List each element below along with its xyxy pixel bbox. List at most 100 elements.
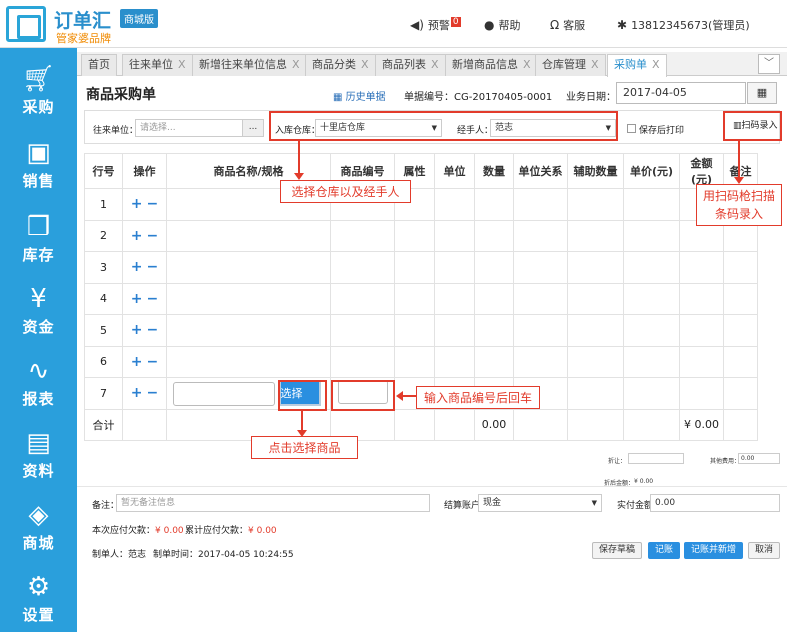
cell[interactable] [623,345,680,378]
minus-icon[interactable]: − [147,322,159,338]
other-fee-input[interactable]: 0.00 [738,453,780,464]
post-and-new-button[interactable]: 记账并新增 [684,542,744,559]
cell[interactable] [567,251,624,284]
plus-icon[interactable]: + [131,259,143,275]
sidebar-item-mall[interactable]: ◈ 商城 [0,492,77,562]
sidebar-item-reports[interactable]: ∿ 报表 [0,348,77,418]
tab-new-product[interactable]: 新增商品信息 X [445,54,538,76]
cell[interactable] [166,219,331,252]
cell[interactable] [474,219,514,252]
cell[interactable] [623,314,680,347]
history-link[interactable]: ▦ 历史单据 [333,88,386,103]
cell[interactable] [723,282,758,315]
plus-icon[interactable]: + [131,228,143,244]
user-menu[interactable]: ✱ 13812345673(管理员) [617,17,750,33]
minus-icon[interactable]: − [147,196,159,212]
cell [434,282,475,315]
col-header: 行号 [84,153,123,189]
plus-icon[interactable]: + [131,196,143,212]
cell[interactable] [567,345,624,378]
close-icon[interactable]: X [431,58,439,71]
post-button[interactable]: 记账 [648,542,681,559]
cell[interactable] [623,219,680,252]
cell[interactable] [567,314,624,347]
tab-warehouse[interactable]: 仓库管理 X [535,54,606,76]
cell[interactable] [330,251,395,284]
account-select[interactable]: 现金 ▼ [478,494,602,512]
other-fee-label: 其他费用： [710,458,741,465]
minus-icon[interactable]: − [147,385,159,401]
bizdate-input[interactable]: 2017-04-05 [616,82,746,104]
cell[interactable] [166,251,331,284]
cell[interactable] [166,282,331,315]
tab-home[interactable]: 首页 [81,54,117,76]
cell[interactable] [330,219,395,252]
close-icon[interactable]: X [178,58,186,71]
cell[interactable] [474,188,514,221]
alarm-link[interactable]: ◀) 预警 0 [410,17,461,33]
product-name-input[interactable] [173,382,275,407]
partner-picker-button[interactable]: ... [242,119,264,137]
sidebar-item-data[interactable]: ▤ 资料 [0,420,77,490]
minus-icon[interactable]: − [147,259,159,275]
tab-categories[interactable]: 商品分类 X [305,54,376,76]
help-link[interactable]: ● 帮助 [484,17,520,33]
brand-title: 订单汇 [54,10,112,32]
cell[interactable] [330,345,395,378]
plus-icon[interactable]: + [131,385,143,401]
cell[interactable] [623,251,680,284]
plus-icon[interactable]: + [131,354,143,370]
service-link[interactable]: Ω 客服 [550,17,585,33]
tab-product-list[interactable]: 商品列表 X [375,54,446,76]
chevron-down-icon[interactable]: ﹀ [758,54,780,74]
cell[interactable] [166,345,331,378]
cell[interactable] [567,377,624,410]
cell[interactable] [330,282,395,315]
cell[interactable] [723,377,758,410]
cell[interactable] [474,314,514,347]
cell[interactable] [723,251,758,284]
calendar-icon[interactable]: ▦ [747,82,777,104]
close-icon[interactable]: X [292,58,300,71]
cell[interactable] [723,345,758,378]
minus-icon[interactable]: − [147,291,159,307]
cell[interactable] [623,282,680,315]
minus-icon[interactable]: − [147,228,159,244]
sidebar-item-funds[interactable]: ¥ 资金 [0,276,77,346]
cell[interactable] [474,345,514,378]
plus-icon[interactable]: + [131,291,143,307]
minus-icon[interactable]: − [147,354,159,370]
tab-new-partner[interactable]: 新增往来单位信息 X [192,54,307,76]
cell[interactable] [474,282,514,315]
cell[interactable] [474,251,514,284]
close-icon[interactable]: X [361,58,369,71]
remark-input[interactable]: 暂无备注信息 [116,494,430,512]
sidebar-item-sales[interactable]: ▣ 销售 [0,130,77,200]
close-icon[interactable]: X [591,58,599,71]
save-draft-button[interactable]: 保存草稿 [592,542,643,559]
cell[interactable] [567,219,624,252]
cell[interactable] [623,377,680,410]
close-icon[interactable]: X [652,58,660,71]
tab-partners[interactable]: 往来单位 X [122,54,193,76]
row-number: 4 [84,282,123,315]
cell[interactable] [166,314,331,347]
cell [394,251,435,284]
partner-input[interactable]: 请选择... [135,119,243,137]
cell[interactable] [567,282,624,315]
sidebar-item-purchase[interactable]: 🛒︎ 采购 [0,56,77,126]
plus-icon[interactable]: + [131,322,143,338]
paid-input[interactable]: 0.00 [650,494,780,512]
close-icon[interactable]: X [523,58,531,71]
cell[interactable] [723,314,758,347]
cell[interactable] [567,188,624,221]
discount-input[interactable] [628,453,684,464]
cell[interactable] [330,314,395,347]
sidebar-item-inventory[interactable]: ❒ 库存 [0,204,77,274]
cell[interactable] [623,188,680,221]
print-after-save-checkbox[interactable] [627,124,636,133]
tab-purchase-order[interactable]: 采购单 X [607,54,667,77]
cancel-button[interactable]: 取消 [748,542,781,559]
sidebar-item-settings[interactable]: ⚙ 设置 [0,564,77,634]
account-label: 结算账户 [444,501,481,511]
